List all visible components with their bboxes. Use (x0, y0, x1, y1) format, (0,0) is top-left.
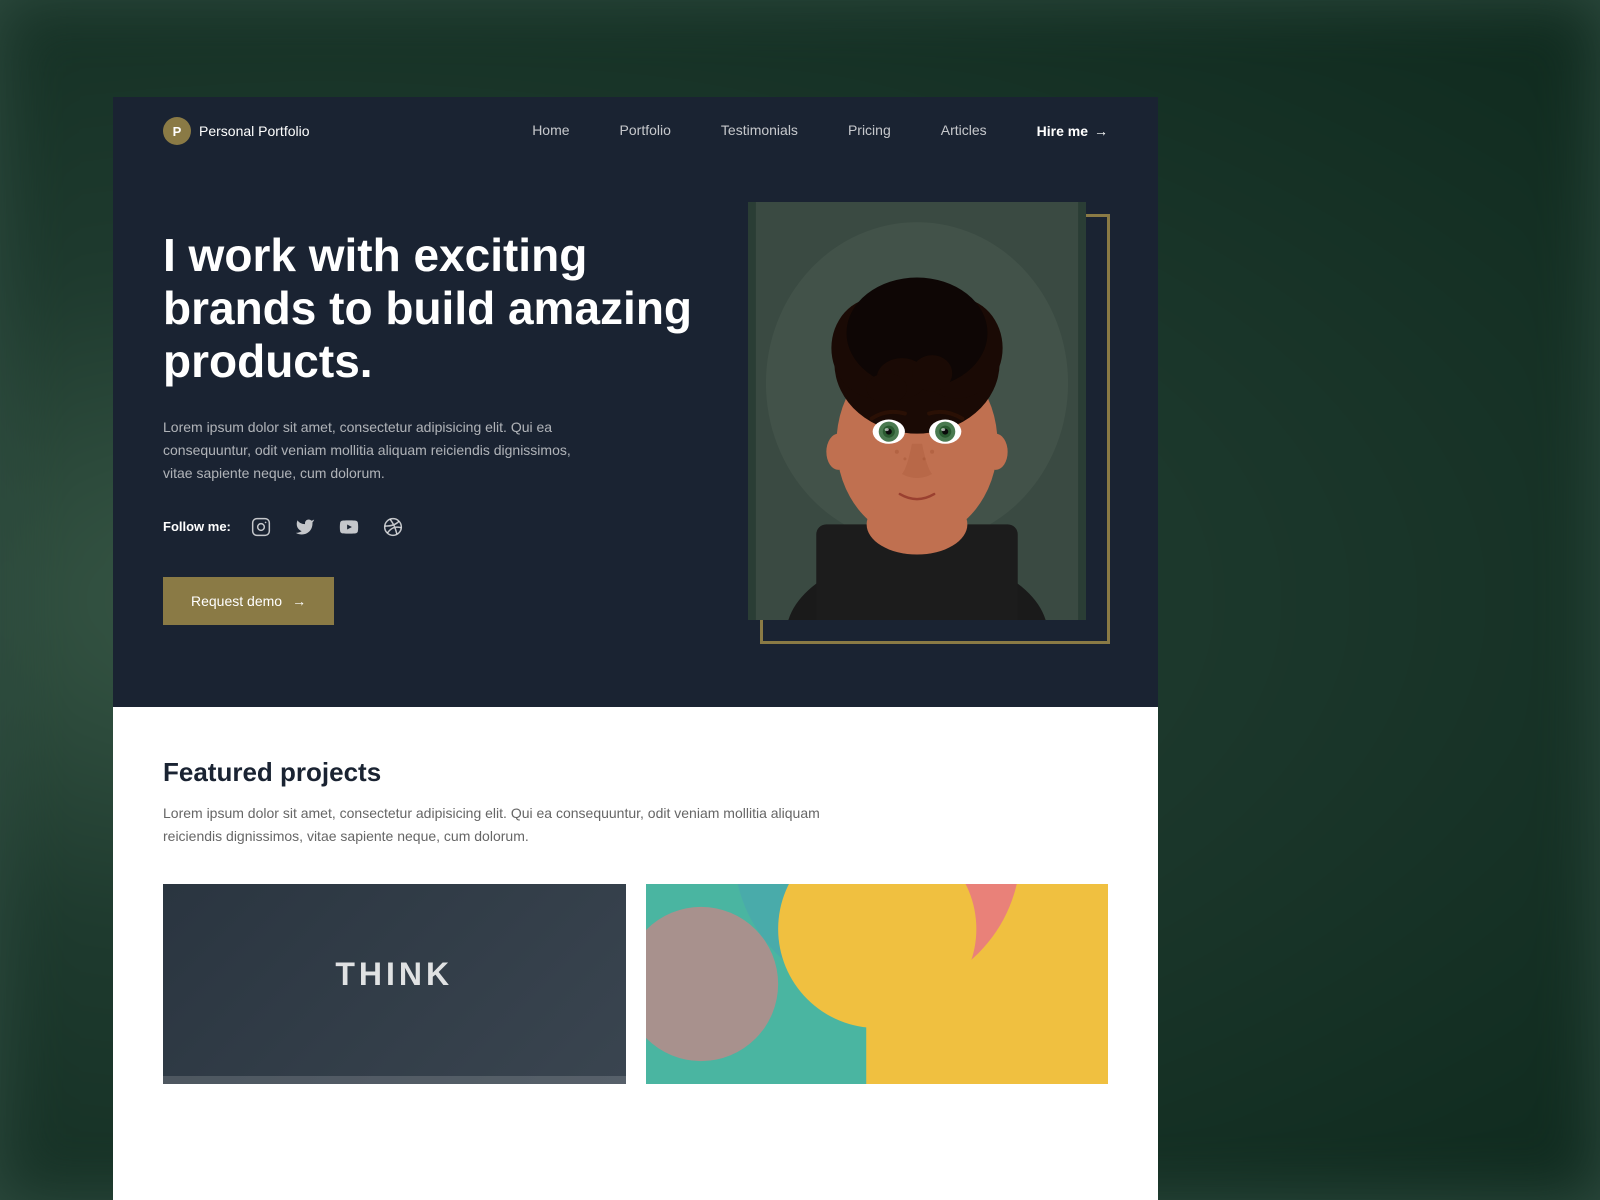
follow-label: Follow me: (163, 519, 231, 534)
instagram-icon[interactable] (247, 513, 275, 541)
logo-area: P Personal Portfolio (163, 117, 532, 145)
featured-section: Featured projects Lorem ipsum dolor sit … (113, 707, 1158, 1084)
hero-portrait (748, 202, 1086, 620)
nav-portfolio-link[interactable]: Portfolio (620, 122, 671, 138)
nav-pricing[interactable]: Pricing (848, 122, 891, 140)
nav-links: Home Portfolio Testimonials Pricing Arti… (532, 122, 1108, 140)
nav-home-link[interactable]: Home (532, 122, 569, 138)
project-card-colorful[interactable] (646, 884, 1109, 1084)
nav-hire[interactable]: Hire me → (1037, 123, 1108, 139)
hero-section: P Personal Portfolio Home Portfolio Test… (113, 97, 1158, 707)
youtube-icon[interactable] (335, 513, 363, 541)
nav-hire-link[interactable]: Hire me → (1037, 123, 1108, 139)
logo-text: Personal Portfolio (199, 123, 310, 139)
featured-description: Lorem ipsum dolor sit amet, consectetur … (163, 802, 843, 848)
nav-articles-link[interactable]: Articles (941, 122, 987, 138)
hero-image-wrap (748, 202, 1098, 632)
logo-icon: P (163, 117, 191, 145)
cta-label: Request demo (191, 593, 282, 609)
nav-home[interactable]: Home (532, 122, 569, 140)
social-row: Follow me: (163, 513, 708, 541)
main-container: P Personal Portfolio Home Portfolio Test… (113, 97, 1158, 1200)
dribbble-icon[interactable] (379, 513, 407, 541)
hire-label: Hire me (1037, 123, 1088, 139)
nav-testimonials[interactable]: Testimonials (721, 122, 798, 140)
hero-heading: I work with exciting brands to build ama… (163, 229, 708, 388)
navbar: P Personal Portfolio Home Portfolio Test… (163, 97, 1108, 157)
nav-pricing-link[interactable]: Pricing (848, 122, 891, 138)
nav-portfolio[interactable]: Portfolio (620, 122, 671, 140)
projects-grid: THINK (163, 884, 1108, 1084)
featured-title: Featured projects (163, 757, 1108, 788)
cta-arrow-icon: → (292, 593, 306, 609)
hero-description: Lorem ipsum dolor sit amet, consectetur … (163, 416, 583, 485)
twitter-icon[interactable] (291, 513, 319, 541)
hero-content: I work with exciting brands to build ama… (163, 157, 1108, 707)
nav-articles[interactable]: Articles (941, 122, 987, 140)
think-text: THINK (335, 956, 453, 1013)
hire-arrow-icon: → (1094, 123, 1108, 139)
hero-left: I work with exciting brands to build ama… (163, 209, 708, 625)
project-card-think[interactable]: THINK (163, 884, 626, 1084)
request-demo-button[interactable]: Request demo → (163, 577, 334, 625)
nav-testimonials-link[interactable]: Testimonials (721, 122, 798, 138)
